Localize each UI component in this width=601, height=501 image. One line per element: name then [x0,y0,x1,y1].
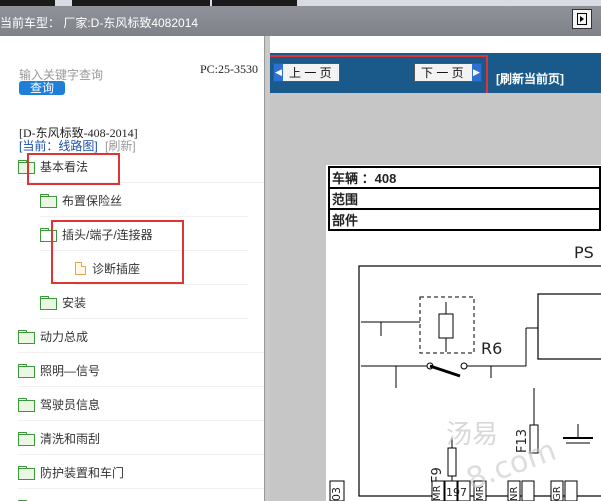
schematic-top-label: PS [574,243,594,262]
tree-item-partial[interactable] [18,490,264,501]
tree-item-label: 布置保险丝 [62,193,123,208]
tree-item-lighting[interactable]: 照明—信号 [18,354,264,387]
tree-item-label: 驾驶员信息 [40,397,101,412]
tree-item-label: 照明—信号 [40,363,101,378]
tree-item-fuse-layout[interactable]: 布置保险丝 [40,184,248,217]
highlight-box [270,55,488,95]
folder-icon [40,194,57,208]
header-bar: 当前车型： 厂家:D-东风标致4082014 [0,6,601,36]
folder-icon [40,296,57,310]
tree-item-label: 安装 [62,295,87,310]
folder-icon [18,398,35,412]
highlight-box [51,220,184,284]
tree-item-label: 动力总成 [40,329,89,344]
tree-item-label: 防护装置和车门 [40,465,125,480]
right-top-strip [270,36,601,53]
highlight-box [27,153,120,185]
right-panel: ◀ 上 一 页 下 一 页 ▶ [刷新当前页] 车辆 ：408 范围 部件 PS… [270,36,601,501]
arrow-right-icon [577,13,587,25]
pin-7-label: 7 [460,486,467,499]
folder-icon [18,466,35,480]
wiring-schematic: PS R6 F13 F9 19 7 03 MR MR NR GR 汤易 8.co… [329,243,601,501]
folder-icon [18,330,35,344]
tree-item-label: 清洗和雨刮 [40,431,101,446]
tree-item-install[interactable]: 安装 [40,286,248,319]
folder-icon [18,364,35,378]
folder-icon [18,432,35,446]
vehicle-cell: 车辆 ：408 [328,166,601,189]
scope-cell: 范围 [328,187,601,210]
connector-label-03: 03 [330,487,343,501]
tree-item-wipers[interactable]: 清洗和雨刮 [18,422,264,455]
connector-label-nr: NR [509,487,520,501]
refresh-page-link[interactable]: [刷新当前页] [496,70,564,87]
tree-item-protection-doors[interactable]: 防护装置和车门 [18,456,264,489]
left-panel: 输入关键字查询 查询 PC:25-3530 [D-东风标致-408-2014] … [0,36,264,501]
tree-item-driver-info[interactable]: 驾驶员信息 [18,388,264,421]
pin-19-label: 19 [446,486,460,499]
watermark-text: 汤易 [446,420,498,450]
connector-label-mr: MR [432,485,443,501]
vehicle-info-table: 车辆 ：408 范围 部件 [328,166,601,231]
current-model-title: 当前车型： 厂家:D-东风标致4082014 [0,16,199,30]
pc-range-label: PC:25-3530 [200,62,259,76]
part-cell: 部件 [328,208,601,231]
tree-item-powertrain[interactable]: 动力总成 [18,320,264,353]
search-button[interactable]: 查询 [19,81,65,95]
connector-label-gr: GR [552,486,563,501]
relay-label: R6 [481,339,502,358]
expand-button[interactable] [572,9,592,29]
